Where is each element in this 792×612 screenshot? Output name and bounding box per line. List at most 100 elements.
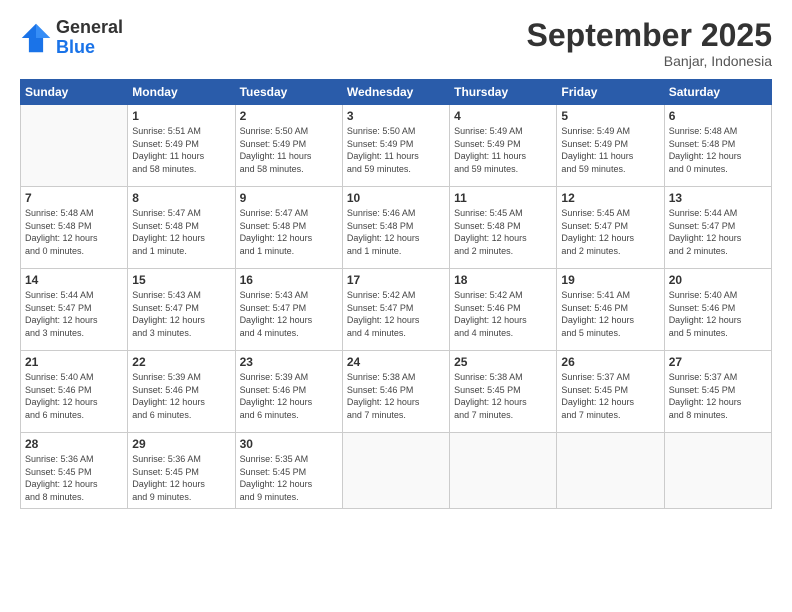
day-number: 7 (25, 191, 123, 205)
calendar-cell: 21 Sunrise: 5:40 AM Sunset: 5:46 PM Dayli… (21, 351, 128, 433)
calendar-cell: 20 Sunrise: 5:40 AM Sunset: 5:46 PM Dayli… (664, 269, 771, 351)
day-number: 11 (454, 191, 552, 205)
calendar-table: Sunday Monday Tuesday Wednesday Thursday… (20, 79, 772, 508)
day-info: Sunrise: 5:37 AM Sunset: 5:45 PM Dayligh… (669, 371, 767, 421)
calendar-cell (557, 433, 664, 508)
day-number: 2 (240, 109, 338, 123)
calendar-cell: 3 Sunrise: 5:50 AM Sunset: 5:49 PM Daylig… (342, 105, 449, 187)
day-info: Sunrise: 5:42 AM Sunset: 5:46 PM Dayligh… (454, 289, 552, 339)
day-info: Sunrise: 5:39 AM Sunset: 5:46 PM Dayligh… (240, 371, 338, 421)
day-info: Sunrise: 5:44 AM Sunset: 5:47 PM Dayligh… (25, 289, 123, 339)
location-subtitle: Banjar, Indonesia (527, 53, 772, 69)
calendar-cell: 10 Sunrise: 5:46 AM Sunset: 5:48 PM Dayli… (342, 187, 449, 269)
day-info: Sunrise: 5:38 AM Sunset: 5:45 PM Dayligh… (454, 371, 552, 421)
calendar-cell: 8 Sunrise: 5:47 AM Sunset: 5:48 PM Daylig… (128, 187, 235, 269)
calendar-cell: 11Sunrise: 5:45 AM Sunset: 5:48 PM Dayli… (450, 187, 557, 269)
calendar-cell: 9Sunrise: 5:47 AM Sunset: 5:48 PM Daylig… (235, 187, 342, 269)
day-number: 29 (132, 437, 230, 451)
day-number: 16 (240, 273, 338, 287)
month-title: September 2025 (527, 18, 772, 53)
col-wednesday: Wednesday (342, 80, 449, 105)
calendar-cell: 19 Sunrise: 5:41 AM Sunset: 5:46 PM Dayli… (557, 269, 664, 351)
calendar-cell: 1 Sunrise: 5:51 AM Sunset: 5:49 PM Daylig… (128, 105, 235, 187)
logo-general-text: General (56, 17, 123, 37)
day-number: 30 (240, 437, 338, 451)
day-number: 8 (132, 191, 230, 205)
day-info: Sunrise: 5:47 AM Sunset: 5:48 PM Dayligh… (240, 207, 338, 257)
day-number: 10 (347, 191, 445, 205)
day-info: Sunrise: 5:36 AM Sunset: 5:45 PM Dayligh… (25, 453, 123, 503)
day-info: Sunrise: 5:40 AM Sunset: 5:46 PM Dayligh… (25, 371, 123, 421)
day-info: Sunrise: 5:48 AM Sunset: 5:48 PM Dayligh… (25, 207, 123, 257)
col-friday: Friday (557, 80, 664, 105)
calendar-cell: 5 Sunrise: 5:49 AM Sunset: 5:49 PM Daylig… (557, 105, 664, 187)
day-info: Sunrise: 5:47 AM Sunset: 5:48 PM Dayligh… (132, 207, 230, 257)
calendar-cell: 25Sunrise: 5:38 AM Sunset: 5:45 PM Dayli… (450, 351, 557, 433)
calendar-cell: 22Sunrise: 5:39 AM Sunset: 5:46 PM Dayli… (128, 351, 235, 433)
day-number: 12 (561, 191, 659, 205)
day-info: Sunrise: 5:35 AM Sunset: 5:45 PM Dayligh… (240, 453, 338, 503)
logo-icon (20, 22, 52, 54)
day-number: 26 (561, 355, 659, 369)
calendar-cell (342, 433, 449, 508)
day-info: Sunrise: 5:46 AM Sunset: 5:48 PM Dayligh… (347, 207, 445, 257)
day-info: Sunrise: 5:43 AM Sunset: 5:47 PM Dayligh… (240, 289, 338, 339)
calendar-cell: 18 Sunrise: 5:42 AM Sunset: 5:46 PM Dayli… (450, 269, 557, 351)
day-info: Sunrise: 5:44 AM Sunset: 5:47 PM Dayligh… (669, 207, 767, 257)
day-number: 23 (240, 355, 338, 369)
day-number: 6 (669, 109, 767, 123)
calendar-week-row: 28 Sunrise: 5:36 AM Sunset: 5:45 PM Dayli… (21, 433, 772, 508)
calendar-week-row: 1 Sunrise: 5:51 AM Sunset: 5:49 PM Daylig… (21, 105, 772, 187)
calendar-cell: 15 Sunrise: 5:43 AM Sunset: 5:47 PM Dayli… (128, 269, 235, 351)
day-number: 4 (454, 109, 552, 123)
day-info: Sunrise: 5:49 AM Sunset: 5:49 PM Dayligh… (561, 125, 659, 175)
day-info: Sunrise: 5:51 AM Sunset: 5:49 PM Dayligh… (132, 125, 230, 175)
calendar-cell: 4Sunrise: 5:49 AM Sunset: 5:49 PM Daylig… (450, 105, 557, 187)
calendar-cell: 23 Sunrise: 5:39 AM Sunset: 5:46 PM Dayli… (235, 351, 342, 433)
day-info: Sunrise: 5:50 AM Sunset: 5:49 PM Dayligh… (347, 125, 445, 175)
day-number: 22 (132, 355, 230, 369)
title-block: September 2025 Banjar, Indonesia (527, 18, 772, 69)
day-number: 28 (25, 437, 123, 451)
day-number: 21 (25, 355, 123, 369)
day-info: Sunrise: 5:50 AM Sunset: 5:49 PM Dayligh… (240, 125, 338, 175)
calendar-week-row: 21 Sunrise: 5:40 AM Sunset: 5:46 PM Dayli… (21, 351, 772, 433)
calendar-cell: 28 Sunrise: 5:36 AM Sunset: 5:45 PM Dayli… (21, 433, 128, 508)
day-info: Sunrise: 5:40 AM Sunset: 5:46 PM Dayligh… (669, 289, 767, 339)
day-number: 18 (454, 273, 552, 287)
calendar-cell (450, 433, 557, 508)
calendar-cell: 24 Sunrise: 5:38 AM Sunset: 5:46 PM Dayli… (342, 351, 449, 433)
page: General Blue September 2025 Banjar, Indo… (0, 0, 792, 612)
logo-blue-text: Blue (56, 37, 95, 57)
day-info: Sunrise: 5:38 AM Sunset: 5:46 PM Dayligh… (347, 371, 445, 421)
day-number: 17 (347, 273, 445, 287)
day-info: Sunrise: 5:42 AM Sunset: 5:47 PM Dayligh… (347, 289, 445, 339)
day-info: Sunrise: 5:45 AM Sunset: 5:47 PM Dayligh… (561, 207, 659, 257)
calendar-cell: 17 Sunrise: 5:42 AM Sunset: 5:47 PM Dayli… (342, 269, 449, 351)
day-info: Sunrise: 5:41 AM Sunset: 5:46 PM Dayligh… (561, 289, 659, 339)
calendar-cell: 16 Sunrise: 5:43 AM Sunset: 5:47 PM Dayli… (235, 269, 342, 351)
day-number: 1 (132, 109, 230, 123)
day-number: 20 (669, 273, 767, 287)
day-info: Sunrise: 5:37 AM Sunset: 5:45 PM Dayligh… (561, 371, 659, 421)
day-info: Sunrise: 5:36 AM Sunset: 5:45 PM Dayligh… (132, 453, 230, 503)
logo: General Blue (20, 18, 123, 58)
calendar-cell: 27Sunrise: 5:37 AM Sunset: 5:45 PM Dayli… (664, 351, 771, 433)
calendar-cell: 14Sunrise: 5:44 AM Sunset: 5:47 PM Dayli… (21, 269, 128, 351)
header: General Blue September 2025 Banjar, Indo… (20, 18, 772, 69)
day-number: 5 (561, 109, 659, 123)
col-monday: Monday (128, 80, 235, 105)
day-number: 15 (132, 273, 230, 287)
day-number: 19 (561, 273, 659, 287)
day-number: 3 (347, 109, 445, 123)
col-thursday: Thursday (450, 80, 557, 105)
day-number: 24 (347, 355, 445, 369)
calendar-cell: 12 Sunrise: 5:45 AM Sunset: 5:47 PM Dayli… (557, 187, 664, 269)
col-sunday: Sunday (21, 80, 128, 105)
calendar-cell: 29 Sunrise: 5:36 AM Sunset: 5:45 PM Dayli… (128, 433, 235, 508)
day-info: Sunrise: 5:43 AM Sunset: 5:47 PM Dayligh… (132, 289, 230, 339)
col-tuesday: Tuesday (235, 80, 342, 105)
calendar-cell: 7 Sunrise: 5:48 AM Sunset: 5:48 PM Daylig… (21, 187, 128, 269)
calendar-header-row: Sunday Monday Tuesday Wednesday Thursday… (21, 80, 772, 105)
calendar-cell (21, 105, 128, 187)
